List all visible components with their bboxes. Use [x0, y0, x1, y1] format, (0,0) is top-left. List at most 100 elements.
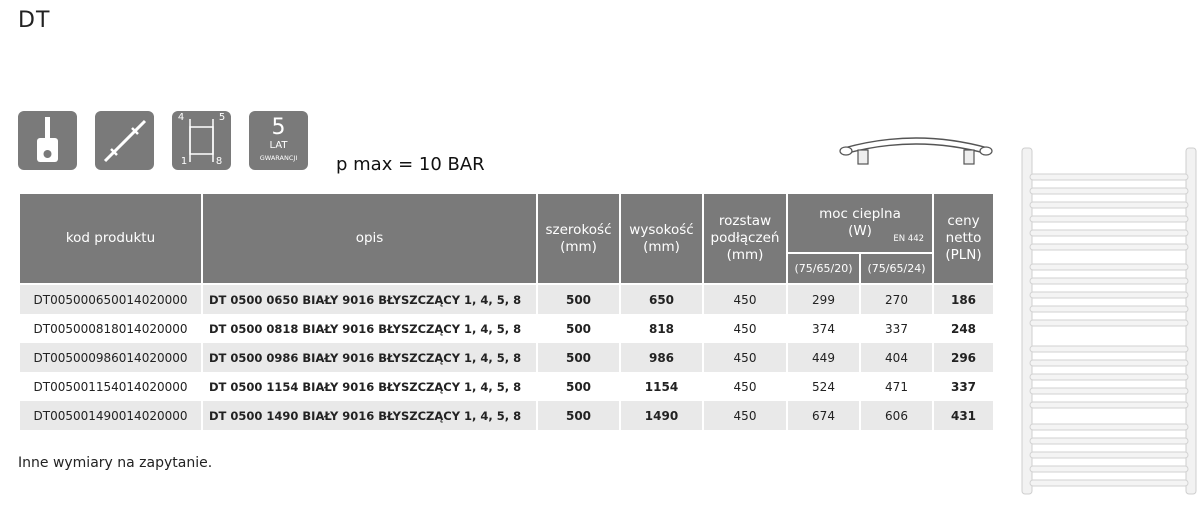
header-wysokosc-line1: wysokość [629, 221, 694, 238]
radiator-rung [1029, 479, 1189, 487]
cell-szerokosc: 500 [536, 372, 621, 401]
header-rozstaw: rozstaw podłączeń (mm) [702, 194, 788, 285]
cell-szerokosc: 500 [536, 284, 621, 314]
cell-rozstaw: 450 [702, 314, 788, 343]
cell-rozstaw: 450 [702, 401, 788, 430]
cell-moc-24: 471 [858, 372, 935, 401]
cell-moc-24: 404 [858, 343, 935, 372]
header-wysokosc-line2: (mm) [643, 238, 680, 255]
header-moc-line2: (W) [848, 223, 872, 239]
cell-rozstaw: 450 [702, 372, 788, 401]
header-moc-norm: EN 442 [893, 234, 925, 244]
header-moc-20: (75/65/20) [786, 253, 861, 285]
header-kod: kod produktu [18, 194, 203, 285]
header-ceny: ceny netto (PLN) [932, 194, 996, 285]
header-rozstaw-line1: rozstaw [718, 213, 772, 229]
header-ceny-line2: netto [945, 230, 982, 246]
cell-moc-24: 270 [858, 284, 935, 314]
cell-wysokosc: 1154 [619, 372, 704, 401]
warranty-badge-icon: 5 LAT GWARANCJI [249, 111, 308, 170]
product-table: kod produktu opis szerokość (mm) wysokoś… [18, 194, 996, 430]
cell-moc-20: 449 [786, 343, 861, 372]
cell-kod: DT005000650014020000 [18, 284, 203, 314]
dimension-label-8: 8 [215, 156, 223, 167]
header-szerokosc: szerokość (mm) [536, 194, 621, 285]
header-ceny-line3: (PLN) [945, 247, 982, 263]
page-title: DT [18, 8, 51, 33]
warranty-number: 5 [271, 115, 286, 140]
radiator-rung [1029, 173, 1189, 181]
radiator-rung [1029, 201, 1189, 209]
cell-moc-20: 674 [786, 401, 861, 430]
header-rozstaw-line2: podłączeń [710, 230, 780, 246]
cell-moc-24: 606 [858, 401, 935, 430]
radiator-rung [1029, 437, 1189, 445]
cell-rozstaw: 450 [702, 284, 788, 314]
table-row: DT005000818014020000 DT 0500 0818 BIAŁY … [18, 314, 996, 343]
dimension-label-4: 4 [177, 112, 185, 123]
header-ceny-line1: ceny [947, 213, 980, 229]
cell-moc-20: 374 [786, 314, 861, 343]
footnote-text: Inne wymiary na zapytanie. [18, 455, 213, 471]
warranty-label: GWARANCJI [259, 154, 298, 162]
radiator-rung [1029, 423, 1189, 431]
radiator-rung [1029, 451, 1189, 459]
cell-cena: 186 [932, 284, 996, 314]
towel-radiator-image [1018, 146, 1200, 501]
radiator-rung [1029, 187, 1189, 195]
radiator-rung [1029, 229, 1189, 237]
cell-moc-20: 524 [786, 372, 861, 401]
cell-kod: DT005001154014020000 [18, 372, 203, 401]
radiator-rung [1029, 401, 1189, 409]
cell-kod: DT005000986014020000 [18, 343, 203, 372]
cell-wysokosc: 818 [619, 314, 704, 343]
header-rozstaw-line3: (mm) [726, 247, 764, 263]
dimension-label-5: 5 [218, 112, 226, 123]
cell-kod: DT005000818014020000 [18, 314, 203, 343]
header-moc-line1: moc cieplna [819, 206, 901, 222]
radiator-rung [1029, 465, 1189, 473]
cell-szerokosc: 500 [536, 343, 621, 372]
radiator-rung [1029, 215, 1189, 223]
cell-moc-20: 299 [786, 284, 861, 314]
curved-tube-icon [836, 134, 996, 179]
cell-cena: 248 [932, 314, 996, 343]
table-row: DT005001490014020000 DT 0500 1490 BIAŁY … [18, 401, 996, 430]
header-moc: moc cieplna (W) EN 442 [785, 194, 935, 254]
header-wysokosc: wysokość (mm) [619, 194, 704, 285]
table-row: DT005001154014020000 DT 0500 1154 BIAŁY … [18, 372, 996, 401]
cell-wysokosc: 1490 [619, 401, 704, 430]
electric-heater-icon [18, 111, 77, 170]
radiator-rung [1029, 277, 1189, 285]
header-szerokosc-line2: (mm) [560, 238, 597, 255]
cell-kod: DT005001490014020000 [18, 401, 203, 430]
cell-moc-24: 337 [858, 314, 935, 343]
cell-opis: DT 0500 0818 BIAŁY 9016 BŁYSZCZĄCY 1, 4,… [201, 314, 538, 343]
cell-opis: DT 0500 1490 BIAŁY 9016 BŁYSZCZĄCY 1, 4,… [201, 401, 538, 430]
cell-wysokosc: 986 [619, 343, 704, 372]
cell-rozstaw: 450 [702, 343, 788, 372]
table-row: DT005000986014020000 DT 0500 0986 BIAŁY … [18, 343, 996, 372]
header-opis: opis [201, 194, 538, 285]
radiator-rung [1029, 305, 1189, 313]
max-pressure-text: p max = 10 BAR [336, 154, 485, 175]
radiator-rung [1029, 345, 1189, 353]
cell-opis: DT 0500 0986 BIAŁY 9016 BŁYSZCZĄCY 1, 4,… [201, 343, 538, 372]
cell-cena: 337 [932, 372, 996, 401]
warranty-unit: LAT [269, 140, 288, 151]
cell-szerokosc: 500 [536, 401, 621, 430]
cell-wysokosc: 650 [619, 284, 704, 314]
radiator-rung [1029, 291, 1189, 299]
cell-opis: DT 0500 0650 BIAŁY 9016 BŁYSZCZĄCY 1, 4,… [201, 284, 538, 314]
table-row: DT005000650014020000 DT 0500 0650 BIAŁY … [18, 284, 996, 314]
radiator-rung [1029, 359, 1189, 367]
radiator-rung [1029, 243, 1189, 251]
header-moc-24: (75/65/24) [858, 253, 935, 285]
dimension-label-1: 1 [180, 156, 188, 167]
cell-szerokosc: 500 [536, 314, 621, 343]
header-szerokosc-line1: szerokość [545, 221, 612, 238]
mounting-bracket-icon [95, 111, 154, 170]
cell-cena: 296 [932, 343, 996, 372]
cell-opis: DT 0500 1154 BIAŁY 9016 BŁYSZCZĄCY 1, 4,… [201, 372, 538, 401]
radiator-rung [1029, 387, 1189, 395]
